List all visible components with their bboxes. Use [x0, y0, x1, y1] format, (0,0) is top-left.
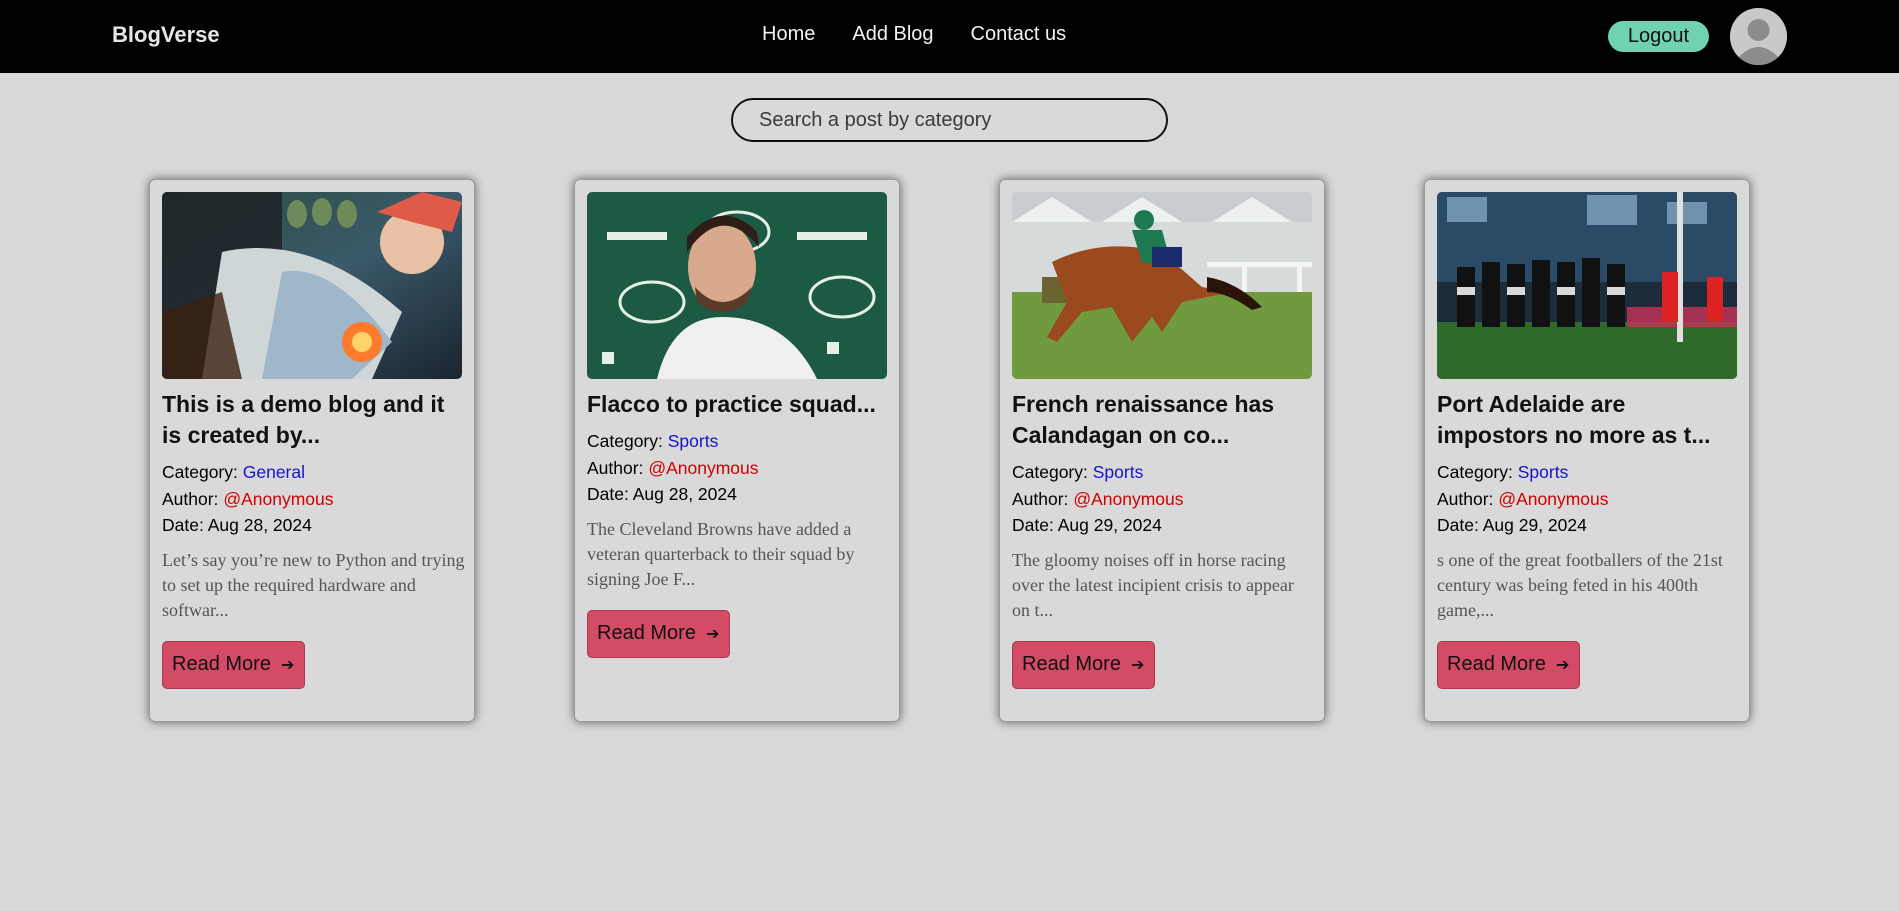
category-label: Category: [1012, 462, 1088, 482]
blog-excerpt: The Cleveland Browns have added a vetera… [587, 518, 855, 589]
blog-title[interactable]: Flacco to practice squad... [587, 389, 891, 420]
date-label: Date: [1437, 515, 1479, 535]
blog-meta: Category: General Author: @Anonymous Dat… [162, 459, 466, 539]
arrow-right-icon: ➔ [705, 625, 720, 643]
author-label: Author: [1012, 488, 1069, 509]
blog-meta: Category: Sports Author: @Anonymous Date… [1012, 459, 1316, 539]
read-more-button[interactable]: Read More ➔ [1437, 640, 1581, 689]
brand-logo[interactable]: BlogVerse [112, 22, 220, 48]
date-label: Date: [587, 484, 629, 504]
blog-card: Port Adelaide are impostors no more as t… [1424, 179, 1750, 722]
blog-excerpt: s one of the great footballers of the 21… [1437, 549, 1723, 620]
date-label: Date: [1012, 515, 1054, 535]
logout-button[interactable]: Logout [1608, 21, 1709, 52]
read-more-button[interactable]: Read More ➔ [162, 640, 306, 689]
blog-card: French renaissance has Calandagan on co.… [999, 179, 1325, 722]
category-link[interactable]: General [243, 462, 305, 482]
post-date: Aug 29, 2024 [1482, 515, 1587, 535]
blog-meta: Category: Sports Author: @Anonymous Date… [587, 428, 891, 508]
arrow-right-icon: ➔ [1130, 656, 1145, 674]
blog-excerpt: Let’s say you’re new to Python and tryin… [162, 549, 465, 620]
blog-title[interactable]: Port Adelaide are impostors no more as t… [1437, 389, 1741, 451]
post-date: Aug 28, 2024 [207, 515, 312, 535]
author-link[interactable]: @Anonymous [648, 458, 758, 478]
blog-thumbnail-football-team-photo[interactable] [1437, 192, 1737, 379]
main-nav: Home Add Blog Contact us [762, 23, 1066, 46]
author-link[interactable]: @Anonymous [1498, 489, 1608, 509]
arrow-right-icon: ➔ [1555, 656, 1570, 674]
blog-meta: Category: Sports Author: @Anonymous Date… [1437, 459, 1741, 539]
category-label: Category: [587, 431, 663, 451]
post-date: Aug 29, 2024 [1057, 515, 1162, 535]
author-label: Author: [162, 488, 219, 509]
category-label: Category: [1437, 462, 1513, 482]
author-label: Author: [1437, 488, 1494, 509]
read-more-button[interactable]: Read More ➔ [1012, 640, 1156, 689]
author-link[interactable]: @Anonymous [223, 489, 333, 509]
category-link[interactable]: Sports [1518, 462, 1569, 482]
category-link[interactable]: Sports [668, 431, 719, 451]
nav-home-link[interactable]: Home [762, 23, 815, 46]
category-link[interactable]: Sports [1093, 462, 1144, 482]
blog-title[interactable]: This is a demo blog and it is created by… [162, 389, 466, 451]
user-avatar-icon[interactable] [1730, 8, 1787, 65]
blog-excerpt: The gloomy noises off in horse racing ov… [1012, 549, 1294, 620]
nav-contact-link[interactable]: Contact us [971, 23, 1067, 46]
category-label: Category: [162, 462, 238, 482]
arrow-right-icon: ➔ [280, 656, 295, 674]
post-date: Aug 28, 2024 [632, 484, 737, 504]
top-navbar: BlogVerse Home Add Blog Contact us Logou… [0, 0, 1899, 73]
blog-thumbnail-press-conference-photo[interactable] [587, 192, 887, 379]
blog-thumbnail-horse-racing-photo[interactable] [1012, 192, 1312, 379]
blog-card: Flacco to practice squad... Category: Sp… [574, 179, 900, 722]
author-link[interactable]: @Anonymous [1073, 489, 1183, 509]
author-label: Author: [587, 457, 644, 478]
date-label: Date: [162, 515, 204, 535]
read-more-label: Read More [597, 622, 696, 644]
blog-thumbnail-anime-illustration[interactable] [162, 192, 462, 379]
read-more-label: Read More [1447, 653, 1546, 675]
blog-title[interactable]: French renaissance has Calandagan on co.… [1012, 389, 1316, 451]
read-more-label: Read More [172, 653, 271, 675]
category-search-input[interactable] [731, 98, 1168, 142]
blog-card: This is a demo blog and it is created by… [149, 179, 475, 722]
nav-add-blog-link[interactable]: Add Blog [852, 23, 933, 46]
read-more-label: Read More [1022, 653, 1121, 675]
read-more-button[interactable]: Read More ➔ [587, 609, 731, 658]
